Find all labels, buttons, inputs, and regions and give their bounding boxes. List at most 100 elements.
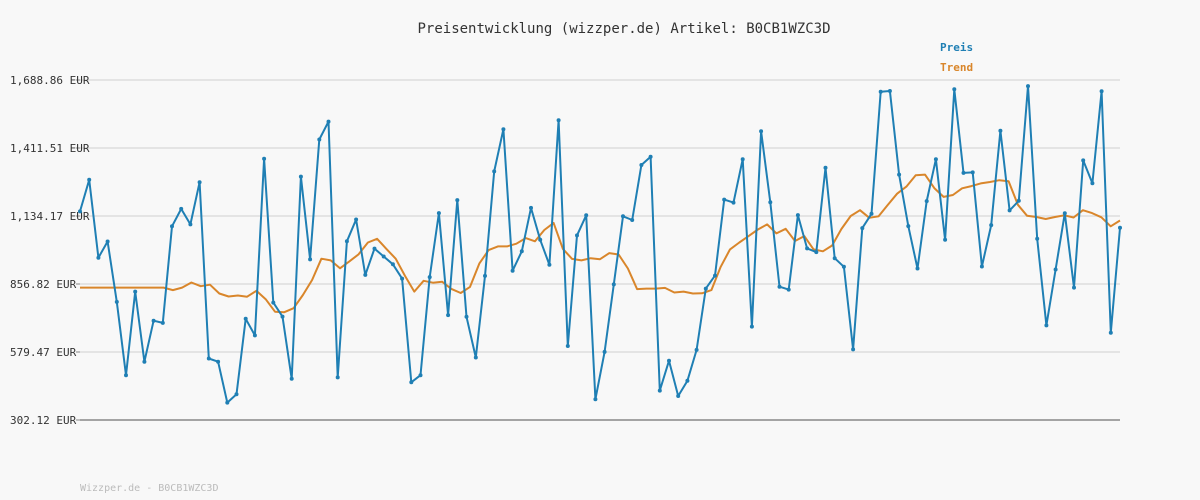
- data-point: [814, 250, 819, 255]
- data-point: [685, 378, 690, 383]
- data-point: [206, 356, 211, 361]
- data-point: [262, 156, 267, 161]
- data-point: [243, 316, 248, 321]
- data-point: [225, 400, 230, 405]
- data-point: [924, 199, 929, 204]
- data-point: [961, 170, 966, 175]
- data-point: [676, 394, 681, 398]
- data-point: [289, 376, 294, 381]
- data-point: [170, 224, 174, 229]
- data-point: [556, 118, 561, 123]
- data-point: [179, 206, 184, 211]
- data-point: [271, 300, 276, 305]
- data-point: [78, 209, 82, 214]
- data-point: [639, 163, 644, 167]
- y-tick-label: 856.82 EUR: [10, 278, 77, 291]
- data-point: [915, 266, 920, 271]
- data-point: [280, 314, 285, 319]
- data-point: [703, 286, 708, 291]
- data-point: [740, 157, 745, 162]
- data-point: [565, 344, 570, 348]
- data-point: [547, 262, 552, 267]
- data-point: [1099, 89, 1104, 94]
- data-point: [216, 359, 221, 364]
- data-point: [1035, 236, 1040, 241]
- y-tick-label: 1,688.86 EUR: [10, 74, 90, 87]
- data-point: [575, 233, 579, 238]
- data-point: [436, 211, 441, 216]
- data-point: [298, 174, 303, 179]
- data-point: [446, 313, 451, 318]
- y-tick-label: 1,411.51 EUR: [10, 142, 90, 155]
- data-point: [473, 355, 478, 360]
- data-point: [1062, 211, 1067, 216]
- data-point: [906, 224, 911, 229]
- data-point: [344, 239, 349, 244]
- data-point: [464, 314, 469, 319]
- data-point: [970, 170, 975, 175]
- data-point: [621, 214, 625, 219]
- series-line-trend: [80, 173, 1121, 314]
- data-point: [455, 198, 460, 203]
- data-point: [372, 246, 377, 251]
- data-point: [87, 177, 92, 182]
- data-point: [519, 249, 524, 254]
- chart-footer: Wizzper.de - B0CB1WZC3D: [80, 483, 218, 494]
- data-point: [510, 268, 515, 273]
- data-point: [860, 226, 865, 231]
- data-point: [124, 373, 128, 378]
- series: [78, 84, 1122, 405]
- data-point: [1016, 198, 1021, 203]
- data-point: [841, 264, 846, 269]
- data-point: [694, 347, 699, 352]
- data-point: [630, 218, 635, 222]
- data-point: [133, 289, 138, 294]
- data-point: [1081, 158, 1086, 163]
- data-point: [252, 333, 257, 338]
- data-point: [197, 180, 202, 185]
- data-point: [795, 213, 800, 218]
- data-point: [979, 264, 984, 269]
- y-tick-label: 1,134.17 EUR: [10, 210, 90, 223]
- data-point: [188, 222, 193, 227]
- data-point: [1053, 267, 1058, 272]
- data-point: [584, 213, 589, 218]
- data-point: [96, 255, 101, 260]
- data-point: [492, 169, 497, 174]
- data-point: [952, 87, 957, 92]
- data-point: [381, 254, 386, 259]
- data-point: [1007, 208, 1012, 213]
- data-point: [105, 239, 110, 244]
- data-point: [529, 205, 533, 210]
- data-point: [869, 211, 874, 216]
- data-point: [427, 275, 432, 280]
- data-point: [611, 282, 616, 287]
- data-point: [943, 237, 948, 242]
- data-point: [878, 89, 883, 94]
- data-point: [805, 246, 810, 251]
- data-point: [326, 119, 331, 124]
- data-point: [418, 373, 423, 378]
- y-tick-label: 302.12 EUR: [10, 414, 77, 427]
- y-tick-labels: 1,688.86 EUR 1,411.51 EUR 1,134.17 EUR 856.…: [10, 74, 90, 427]
- data-point: [1044, 323, 1049, 328]
- legend-preis: Preis: [940, 41, 973, 54]
- data-point: [768, 200, 773, 205]
- data-point: [501, 127, 506, 132]
- data-point: [786, 287, 791, 292]
- data-point: [998, 128, 1003, 133]
- data-point: [713, 273, 717, 278]
- data-point: [933, 157, 938, 162]
- data-point: [114, 299, 119, 304]
- data-point: [308, 257, 313, 262]
- data-point: [354, 217, 359, 222]
- data-point: [1090, 181, 1095, 186]
- chart-canvas: Preisentwicklung (wizzper.de) Artikel: B…: [10, 21, 1122, 494]
- data-point: [1072, 285, 1076, 290]
- grid-lines: [76, 79, 1120, 421]
- chart-title: Preisentwicklung (wizzper.de) Artikel: B…: [417, 21, 830, 37]
- data-point: [390, 262, 395, 267]
- data-point: [823, 165, 828, 170]
- series-line-preis: [79, 85, 1121, 404]
- data-point: [897, 172, 902, 177]
